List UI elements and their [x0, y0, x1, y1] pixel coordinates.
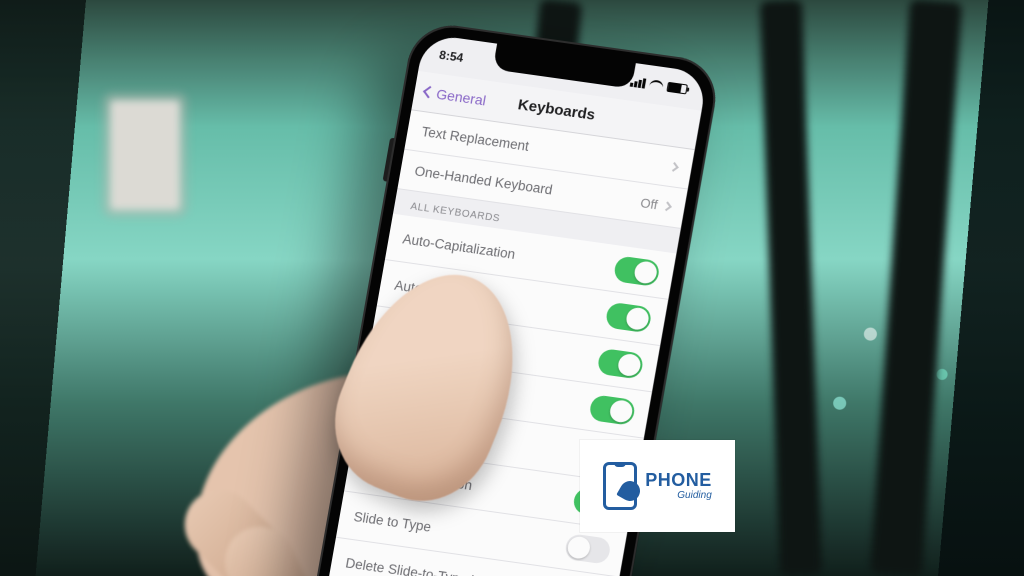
toggle[interactable] — [613, 255, 661, 287]
toggle[interactable] — [596, 348, 644, 380]
watermark-subtitle: Guiding — [645, 491, 712, 501]
page-title: Keyboards — [517, 96, 597, 124]
toggle[interactable] — [564, 533, 612, 565]
cellular-icon — [630, 77, 647, 89]
toggle[interactable] — [605, 302, 653, 334]
wall-outlet — [110, 100, 180, 210]
phone-icon — [603, 462, 637, 510]
chevron-left-icon — [423, 86, 436, 99]
status-time: 8:54 — [438, 48, 464, 65]
back-button[interactable]: General — [421, 72, 489, 119]
back-label: General — [435, 85, 487, 108]
row-value: Off — [639, 195, 659, 212]
wifi-icon — [649, 79, 665, 91]
chevron-right-icon — [662, 201, 672, 211]
battery-icon — [666, 82, 688, 95]
toggle[interactable] — [588, 394, 636, 426]
watermark-title: PHONE — [645, 471, 712, 489]
chevron-right-icon — [669, 162, 679, 172]
watermark: PHONE Guiding — [580, 440, 735, 532]
tripod-leg — [760, 0, 822, 576]
tripod-leg — [870, 0, 962, 576]
